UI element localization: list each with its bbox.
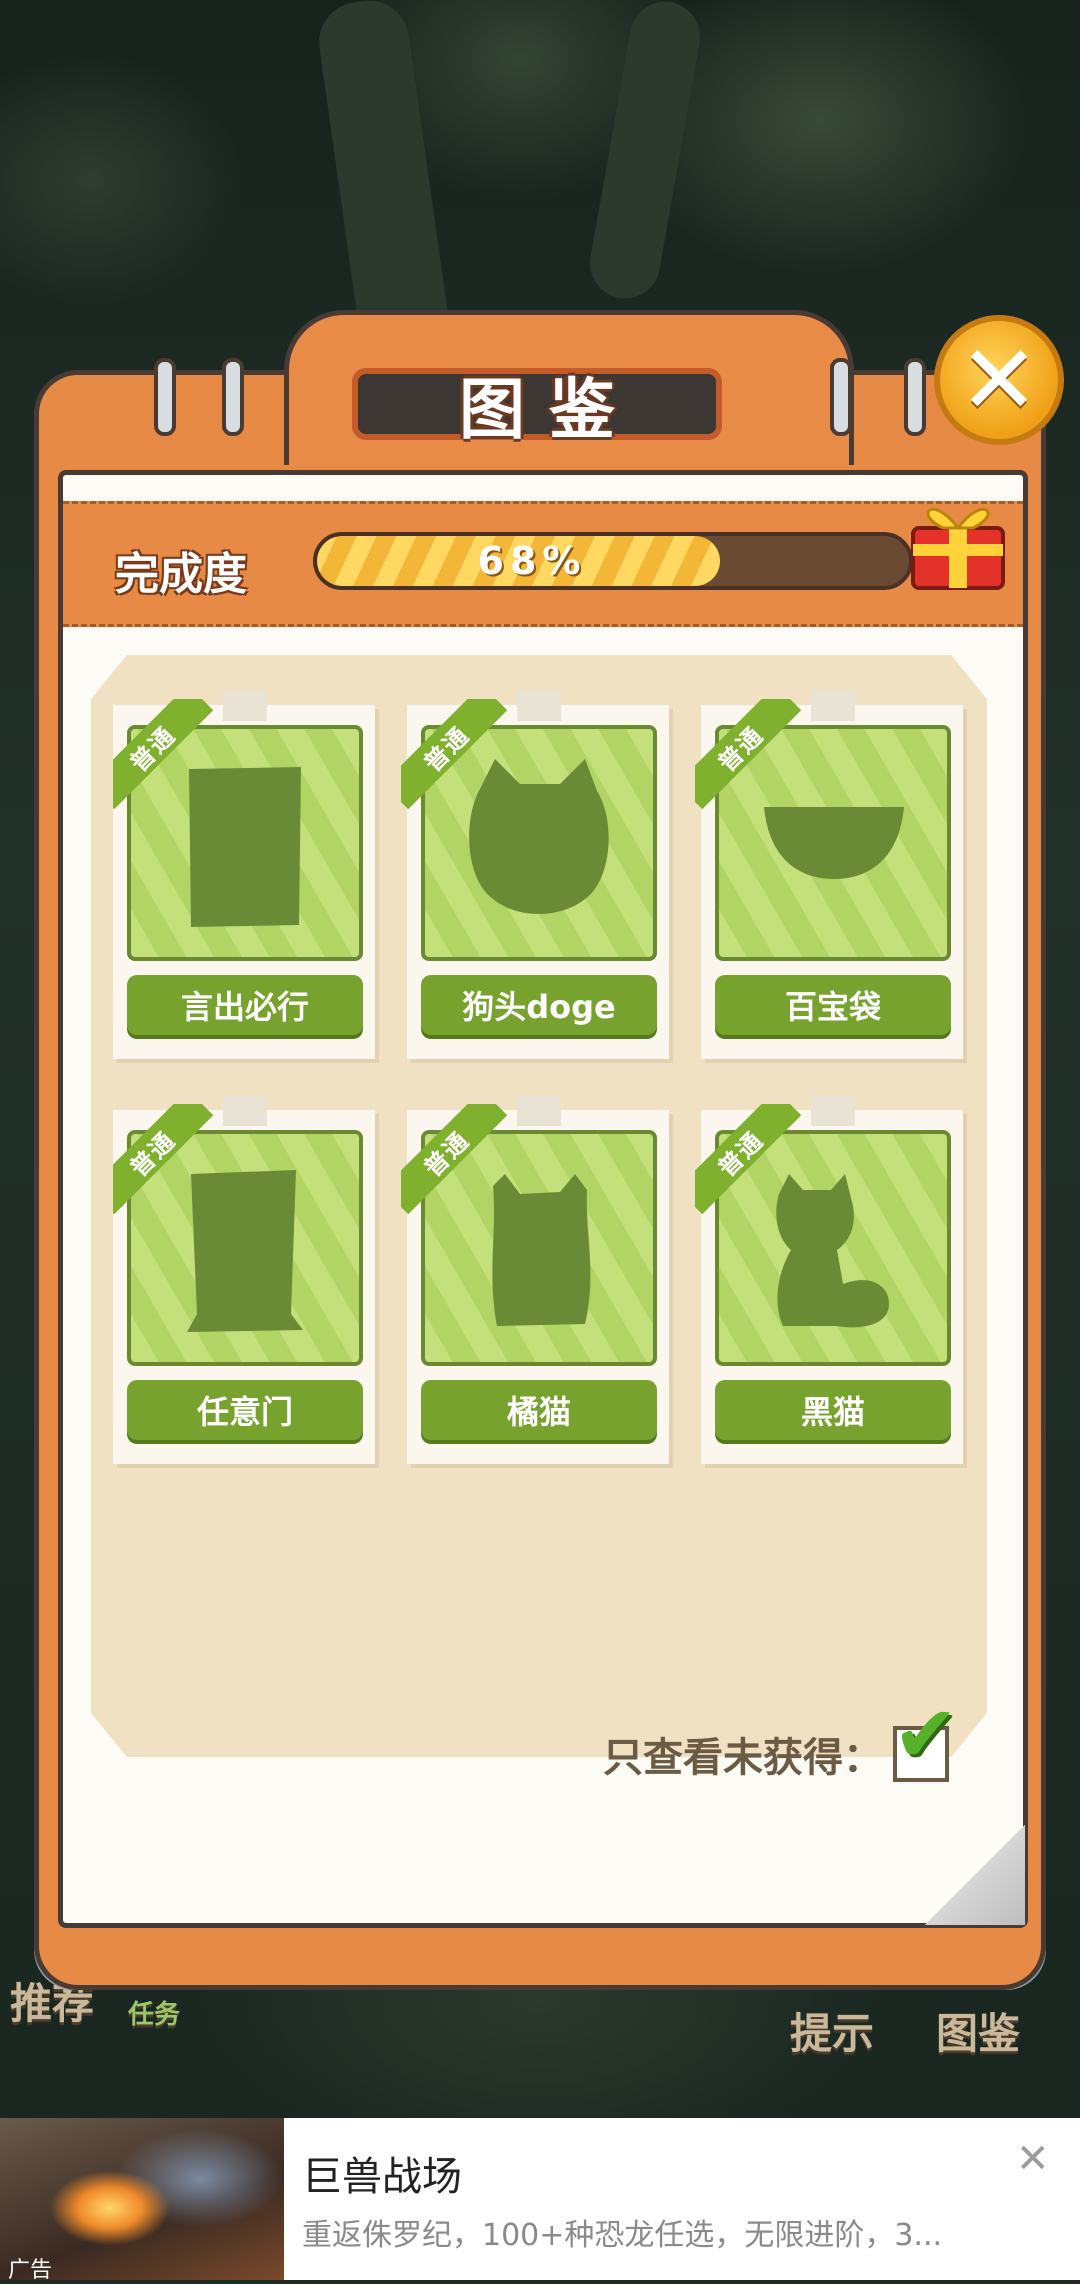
tape-decoration: [811, 1096, 855, 1126]
title-plate: 图鉴: [352, 368, 722, 448]
hint-button: 提示: [790, 2009, 875, 2058]
item-name: 言出必行: [127, 975, 363, 1035]
binder-ring: [904, 358, 926, 436]
item-name: 百宝袋: [715, 975, 951, 1035]
rarity-label: 普通: [401, 699, 508, 809]
filter-toggle[interactable]: 只查看未获得： ✔: [603, 1696, 958, 1783]
rarity-label: 普通: [113, 1104, 214, 1214]
collection-grid: 普通言出必行普通狗头doge普通百宝袋普通任意门普通橘猫普通黑猫普通普通普通: [113, 685, 973, 1497]
ad-tag: 广告: [8, 2258, 53, 2283]
close-button[interactable]: ✕: [934, 315, 1064, 445]
ad-title[interactable]: 巨兽战场: [302, 2144, 462, 2202]
progress-label: 完成度: [115, 549, 247, 600]
collection-card[interactable]: 普通狗头doge: [401, 691, 669, 1059]
item-name: 黑猫: [715, 1380, 951, 1440]
binder-ring: [154, 358, 176, 436]
ad-close-icon[interactable]: ✕: [1016, 2136, 1050, 2182]
catalog-modal: 图鉴 ✕ 完成度 68% 普通 言出必行 普通 狗头doge 普通 百宝袋 普通 任意门 普通橘…: [34, 310, 1064, 1990]
tape-decoration: [223, 1096, 267, 1126]
collection-card[interactable]: 普通言出必行: [113, 691, 375, 1059]
binder-ring: [830, 358, 852, 436]
progress-section: 完成度 68%: [63, 501, 1023, 627]
rarity-label: 普通: [113, 699, 214, 809]
tape-decoration: [517, 691, 561, 721]
rarity-ribbon: 普通: [113, 1104, 217, 1214]
progress-value: 68%: [477, 539, 587, 583]
tape-decoration: [811, 691, 855, 721]
ad-description[interactable]: 重返侏罗纪，100+种恐龙任选，无限进阶，3...: [302, 2210, 942, 2254]
gift-icon[interactable]: [903, 484, 1013, 594]
rarity-ribbon: 普通: [113, 699, 217, 809]
rarity-label: 普通: [695, 1104, 802, 1214]
close-icon: ✕: [958, 324, 1040, 436]
task-label: 任务: [128, 2000, 181, 2030]
rarity-ribbon: 普通: [695, 1104, 805, 1214]
ad-thumbnail[interactable]: 广告: [0, 2118, 284, 2283]
collection-card[interactable]: 普通任意门: [113, 1096, 375, 1464]
collection-card[interactable]: 普通橘猫: [401, 1096, 669, 1464]
item-name: 狗头doge: [421, 975, 657, 1035]
item-name: 橘猫: [421, 1380, 657, 1440]
collection-card[interactable]: 普通百宝袋: [695, 691, 963, 1059]
catalog-page: 完成度 68% 普通 言出必行 普通 狗头doge 普通 百宝袋 普通 任意门 普通 橘猫 普通 黑猫…: [58, 470, 1028, 1928]
rarity-ribbon: 普通: [401, 1104, 511, 1214]
checkmark-icon: ✔: [893, 1690, 959, 1780]
rarity-label: 普通: [695, 699, 802, 809]
collection-card[interactable]: 普通黑猫: [695, 1096, 963, 1464]
tape-decoration: [517, 1096, 561, 1126]
tape-decoration: [223, 691, 267, 721]
progress-bar: 68%: [313, 532, 913, 590]
filter-checkbox[interactable]: ✔: [893, 1696, 958, 1782]
catalog-button: 图鉴: [936, 2009, 1021, 2058]
rarity-ribbon: 普通: [695, 699, 805, 809]
filter-label: 只查看未获得：: [603, 1735, 883, 1781]
item-name: 任意门: [127, 1380, 363, 1440]
modal-title: 图鉴: [459, 371, 639, 448]
page-curl: [925, 1825, 1025, 1925]
binder-ring: [222, 358, 244, 436]
tree-trunk: [584, 0, 706, 304]
rarity-ribbon: 普通: [401, 699, 511, 809]
rarity-label: 普通: [401, 1104, 508, 1214]
ad-banner[interactable]: 广告 巨兽战场 重返侏罗纪，100+种恐龙任选，无限进阶，3... ✕: [0, 2118, 1080, 2283]
